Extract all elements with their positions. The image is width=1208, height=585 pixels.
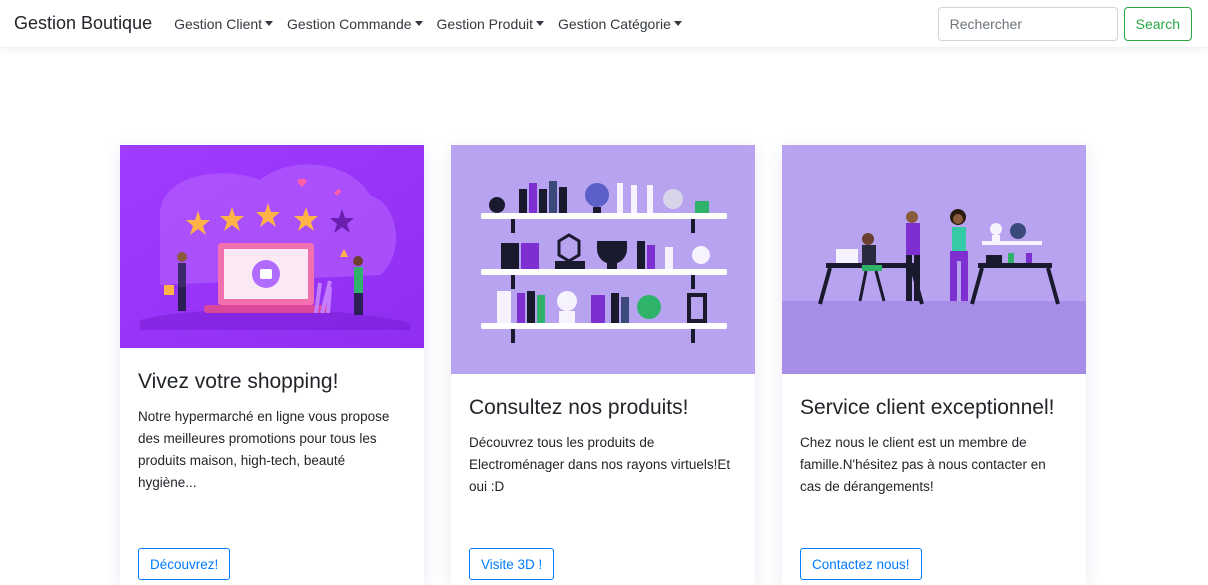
nav-dropdown-gestion-produit[interactable]: Gestion Produit	[437, 16, 545, 32]
nav-item-label: Gestion Client	[174, 15, 263, 32]
brand-link[interactable]: Gestion Boutique	[14, 13, 152, 34]
navbar: Gestion Boutique Gestion Client Gestion …	[0, 0, 1208, 48]
nav-dropdown-gestion-commande[interactable]: Gestion Commande	[287, 16, 423, 32]
nav-dropdown-gestion-categorie[interactable]: Gestion Catégorie	[558, 16, 682, 32]
decouvrez-button[interactable]: Découvrez!	[138, 548, 231, 580]
product-shelves-illustration	[451, 145, 755, 374]
card-title: Consultez nos produits!	[469, 396, 689, 419]
card-shopping: Vivez votre shopping! Notre hypermarché …	[120, 145, 424, 585]
nav-menu: Gestion Client Gestion Commande Gestion …	[174, 16, 696, 32]
card-text: Découvrez tous les produits de Electromé…	[469, 435, 731, 494]
caret-down-icon	[414, 21, 423, 26]
card-produits: Consultez nos produits! Découvrez tous l…	[451, 145, 755, 585]
contactez-nous-button[interactable]: Contactez nous!	[800, 548, 922, 580]
nav-item-label: Gestion Produit	[436, 15, 534, 32]
search-input[interactable]	[937, 7, 1118, 41]
card-title: Vivez votre shopping!	[138, 370, 339, 393]
card-text: Chez nous le client est un membre de fam…	[800, 435, 1046, 494]
card-body: Service client exceptionnel! Chez nous l…	[782, 374, 1086, 520]
card-text: Notre hypermarché en ligne vous propose …	[138, 409, 390, 490]
search-button[interactable]: Search	[1123, 7, 1192, 41]
rating-stars-laptop-illustration	[120, 145, 424, 348]
caret-down-icon	[536, 21, 545, 26]
card-body: Vivez votre shopping! Notre hypermarché …	[120, 348, 424, 516]
nav-item-label: Gestion Catégorie	[558, 15, 671, 32]
nav-dropdown-gestion-client[interactable]: Gestion Client	[174, 15, 274, 32]
card-body: Consultez nos produits! Découvrez tous l…	[451, 374, 755, 520]
caret-down-icon	[673, 21, 682, 26]
caret-down-icon	[265, 21, 274, 26]
nav-item-label: Gestion Commande	[287, 15, 412, 32]
search-form: Search	[937, 7, 1192, 41]
card-service-client: Service client exceptionnel! Chez nous l…	[782, 145, 1086, 585]
card-title: Service client exceptionnel!	[800, 396, 1055, 419]
visite-3d-button[interactable]: Visite 3D !	[469, 548, 555, 580]
customer-service-team-illustration	[782, 145, 1086, 374]
